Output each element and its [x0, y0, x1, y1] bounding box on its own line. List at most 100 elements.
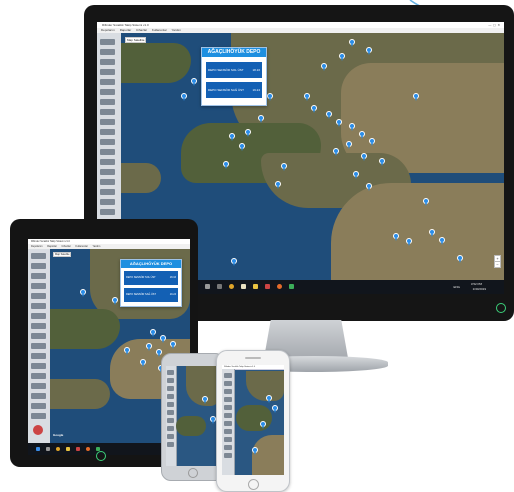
map-marker-icon[interactable] [170, 341, 176, 349]
app-icon[interactable] [76, 446, 80, 451]
sidebar-item[interactable] [100, 169, 115, 175]
sidebar-item[interactable] [100, 189, 115, 195]
map-marker-icon[interactable] [202, 396, 208, 404]
map-marker-icon[interactable] [361, 153, 367, 161]
map-marker-icon[interactable] [140, 359, 146, 367]
map-marker-icon[interactable] [267, 93, 273, 101]
map-marker-icon[interactable] [191, 78, 197, 86]
map-type-control[interactable]: Map Satellite [125, 37, 147, 43]
sidebar-item[interactable] [167, 402, 174, 407]
sidebar-item[interactable] [167, 418, 174, 423]
sidebar-item[interactable] [31, 393, 46, 399]
map-marker-icon[interactable] [413, 93, 419, 101]
sidebar-item[interactable] [31, 373, 46, 379]
map-marker-icon[interactable] [346, 141, 352, 149]
sidebar-item[interactable] [100, 179, 115, 185]
sidebar-item[interactable] [31, 283, 46, 289]
map-marker-icon[interactable] [304, 93, 310, 101]
folder-icon[interactable] [66, 446, 70, 451]
sidebar-item[interactable] [31, 273, 46, 279]
sidebar-item[interactable] [31, 413, 46, 419]
sidebar-item[interactable] [100, 39, 115, 45]
sidebar-item[interactable] [167, 442, 174, 447]
map-type-map[interactable]: Map [127, 38, 133, 42]
map-marker-icon[interactable] [429, 229, 435, 237]
map-marker-icon[interactable] [406, 238, 412, 246]
sidebar-item[interactable] [100, 109, 115, 115]
map-marker-icon[interactable] [272, 405, 278, 413]
map-marker-icon[interactable] [321, 63, 327, 71]
sidebar-item[interactable] [31, 293, 46, 299]
map-marker-icon[interactable] [457, 255, 463, 263]
depot-popup[interactable]: AĞAÇLIHÖYÜK DEPO DEPO SENSÖR SOL ÜST 18.… [120, 259, 182, 307]
taskview-icon[interactable] [217, 284, 222, 290]
home-button-icon[interactable] [248, 479, 259, 490]
app-icon[interactable] [289, 284, 294, 290]
app-icon[interactable] [96, 446, 100, 451]
sidebar-item[interactable] [224, 397, 232, 402]
sidebar-item[interactable] [31, 383, 46, 389]
sidebar-item[interactable] [100, 199, 115, 205]
map-marker-icon[interactable] [366, 183, 372, 191]
map-marker-icon[interactable] [266, 395, 272, 403]
map-marker-icon[interactable] [366, 47, 372, 55]
map-type-satellite[interactable]: Satellite [134, 38, 145, 42]
sidebar-item[interactable] [224, 445, 232, 450]
sidebar-item[interactable] [100, 99, 115, 105]
map-marker-icon[interactable] [150, 329, 156, 337]
sidebar-item[interactable] [100, 209, 115, 215]
map-marker-icon[interactable] [349, 39, 355, 47]
map-marker-icon[interactable] [359, 131, 365, 139]
map-marker-icon[interactable] [339, 53, 345, 61]
map-marker-icon[interactable] [326, 111, 332, 119]
map-marker-icon[interactable] [80, 289, 86, 297]
menu-item-cihazlar[interactable]: Cihazlar [62, 245, 71, 248]
sidebar-item[interactable] [100, 89, 115, 95]
map-marker-icon[interactable] [311, 105, 317, 113]
sidebar-item[interactable] [31, 323, 46, 329]
map-marker-icon[interactable] [239, 143, 245, 151]
sidebar-item[interactable] [31, 343, 46, 349]
map-marker-icon[interactable] [181, 93, 187, 101]
menu-item-depolarim[interactable]: Depolarım [31, 245, 43, 248]
map-type-satellite[interactable]: Satellite [61, 253, 70, 256]
sidebar-item[interactable] [31, 253, 46, 259]
search-icon[interactable] [205, 284, 210, 290]
sidebar-item[interactable] [167, 378, 174, 383]
map-marker-icon[interactable] [423, 198, 429, 206]
sidebar-item[interactable] [100, 129, 115, 135]
menu-item-yardim[interactable]: Yardım [172, 28, 181, 32]
zoom-out-button[interactable]: − [494, 261, 501, 268]
sidebar-item[interactable] [100, 139, 115, 145]
sidebar-item[interactable] [100, 159, 115, 165]
map-marker-icon[interactable] [353, 171, 359, 179]
menu-item-yardim[interactable]: Yardım [92, 245, 100, 248]
app-icon[interactable] [277, 284, 282, 290]
menu-item-depolarim[interactable]: Depolarım [101, 28, 115, 32]
map-marker-icon[interactable] [275, 181, 281, 189]
sidebar-item[interactable] [224, 429, 232, 434]
map-marker-icon[interactable] [333, 148, 339, 156]
map-marker-icon[interactable] [146, 343, 152, 351]
power-icon[interactable] [496, 303, 506, 313]
tray-date[interactable]: 1/30/2019 [473, 287, 486, 291]
chrome-icon[interactable] [56, 446, 60, 451]
app-icon[interactable] [86, 446, 90, 451]
chrome-icon[interactable] [229, 284, 234, 290]
map-marker-icon[interactable] [124, 347, 130, 355]
map-marker-icon[interactable] [439, 237, 445, 245]
sidebar-item[interactable] [100, 79, 115, 85]
menu-item-raporlar[interactable]: Raporlar [120, 28, 132, 32]
tray-language[interactable]: ENG [453, 285, 460, 289]
sidebar-item[interactable] [224, 373, 232, 378]
app-icon[interactable] [241, 284, 246, 290]
search-icon[interactable] [46, 446, 50, 451]
depot-popup[interactable]: AĞAÇLIHÖYÜK DEPO DEPO SENSÖR SOL ÜST 18.… [201, 47, 267, 106]
sidebar-item[interactable] [100, 69, 115, 75]
sidebar-item[interactable] [31, 353, 46, 359]
map-marker-icon[interactable] [252, 447, 258, 455]
map-marker-icon[interactable] [393, 233, 399, 241]
menu-item-kullanicilar[interactable]: Kullanıcılar [152, 28, 167, 32]
sidebar-item[interactable] [31, 303, 46, 309]
sidebar-item[interactable] [31, 403, 46, 409]
